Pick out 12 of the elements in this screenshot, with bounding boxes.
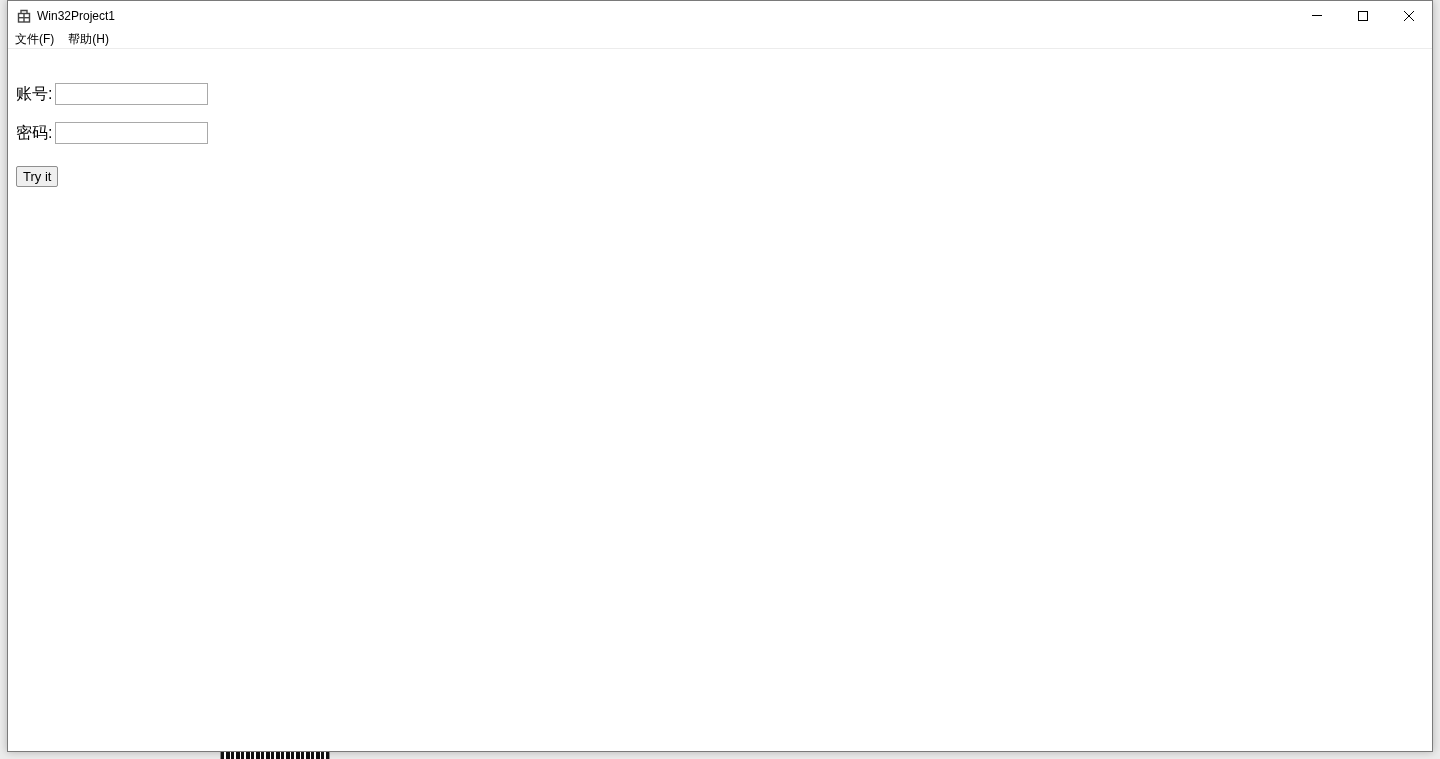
text-field[interactable] bbox=[55, 122, 209, 144]
menu-item[interactable]: 帮助(H) bbox=[61, 30, 116, 48]
maximize-icon bbox=[1358, 10, 1368, 21]
field-label: 账号: bbox=[16, 84, 53, 104]
menu-item[interactable]: 文件(F) bbox=[8, 30, 62, 48]
close-icon bbox=[1404, 10, 1414, 21]
minimize-icon bbox=[1312, 15, 1322, 16]
field-label: 密码: bbox=[16, 123, 53, 143]
grid-icon bbox=[17, 8, 31, 23]
submit-button[interactable]: Try it bbox=[16, 166, 59, 187]
text-field[interactable] bbox=[55, 83, 209, 105]
window-title: Win32Project1 bbox=[37, 8, 116, 23]
